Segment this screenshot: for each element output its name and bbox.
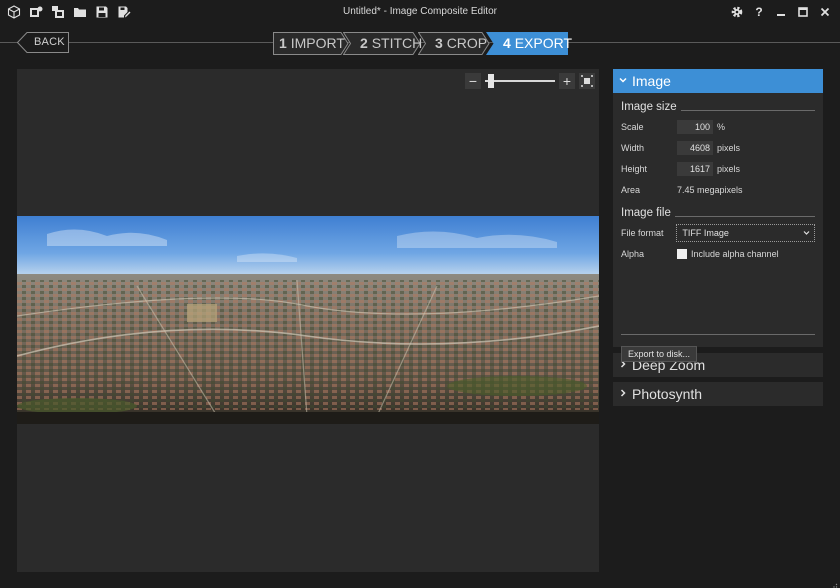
width-label: Width xyxy=(621,142,645,153)
zoom-slider-track xyxy=(485,80,555,82)
preview-canvas[interactable]: − + xyxy=(17,69,599,572)
window-controls: ? xyxy=(730,4,832,20)
height-label: Height xyxy=(621,163,648,174)
image-file-title: Image file xyxy=(621,207,671,219)
resize-grip-icon[interactable] xyxy=(830,578,838,588)
step-stitch-label: STITCH xyxy=(371,35,423,51)
chevron-right-icon xyxy=(619,388,627,400)
minimize-icon[interactable] xyxy=(774,4,788,20)
include-alpha-label[interactable]: Include alpha channel xyxy=(691,249,779,259)
file-format-select[interactable]: TIFF Image xyxy=(676,223,815,242)
chevron-down-icon xyxy=(803,225,810,247)
image-file-divider xyxy=(674,215,815,217)
height-row: Height 1617 pixels xyxy=(621,158,815,179)
step-export-label: EXPORT xyxy=(514,35,572,51)
back-button[interactable]: BACK xyxy=(17,32,69,53)
panorama-preview xyxy=(17,216,599,424)
title-bar: Untitled* - Image Composite Editor ? xyxy=(0,0,840,24)
width-input[interactable]: 4608 xyxy=(677,140,713,155)
photosynth-section-header[interactable]: Photosynth xyxy=(613,382,823,406)
close-icon[interactable] xyxy=(818,4,832,20)
maximize-icon[interactable] xyxy=(796,4,810,20)
export-panel: Image Image size Scale 100 % Width 4608 … xyxy=(613,69,823,406)
export-to-disk-button[interactable]: Export to disk... xyxy=(621,346,697,362)
workflow-nav: BACK 1 IMPORT 2 STITCH 3 CROP 4 EXPORT xyxy=(0,24,840,62)
scale-row: Scale 100 % xyxy=(621,116,815,137)
step-import-label: IMPORT xyxy=(290,35,345,51)
area-value: 7.45 megapixels xyxy=(677,184,743,195)
file-format-value: TIFF Image xyxy=(682,227,729,238)
zoom-in-button[interactable]: + xyxy=(559,73,575,89)
app-window: Untitled* - Image Composite Editor ? BAC… xyxy=(0,0,840,588)
step-export-number: 4 xyxy=(503,35,511,51)
zoom-slider[interactable] xyxy=(485,73,555,89)
step-import[interactable]: 1 IMPORT xyxy=(273,32,349,55)
export-divider xyxy=(621,334,815,335)
image-section-body: Image size Scale 100 % Width 4608 pixels… xyxy=(613,93,823,362)
scale-input[interactable]: 100 xyxy=(677,119,713,134)
image-section-header[interactable]: Image xyxy=(613,69,823,93)
image-size-divider xyxy=(680,109,815,111)
zoom-controls: − + xyxy=(465,73,595,89)
help-icon[interactable]: ? xyxy=(752,4,766,20)
step-crop[interactable]: 3 CROP xyxy=(418,32,490,55)
height-input[interactable]: 1617 xyxy=(677,161,713,176)
image-size-heading: Image size xyxy=(621,98,815,116)
step-stitch-number: 2 xyxy=(360,35,368,51)
width-row: Width 4608 pixels xyxy=(621,137,815,158)
window-title: Untitled* - Image Composite Editor xyxy=(343,6,497,17)
zoom-out-button[interactable]: − xyxy=(465,73,481,89)
fit-to-window-icon[interactable] xyxy=(579,73,595,89)
photosynth-title: Photosynth xyxy=(632,386,703,402)
zoom-slider-thumb[interactable] xyxy=(488,74,494,88)
image-section-title: Image xyxy=(632,73,671,89)
alpha-label: Alpha xyxy=(621,248,645,259)
area-row: Area 7.45 megapixels xyxy=(621,179,815,200)
image-size-title: Image size xyxy=(621,101,677,113)
gear-icon[interactable] xyxy=(730,4,744,20)
step-crop-label: CROP xyxy=(446,35,488,51)
width-unit: pixels xyxy=(717,142,741,153)
area-label: Area xyxy=(621,184,641,195)
step-export[interactable]: 4 EXPORT xyxy=(486,32,572,55)
step-crop-number: 3 xyxy=(435,35,443,51)
scale-label: Scale xyxy=(621,121,644,132)
scale-unit: % xyxy=(717,121,726,132)
image-file-heading: Image file xyxy=(621,204,815,222)
step-stitch[interactable]: 2 STITCH xyxy=(343,32,423,55)
include-alpha-checkbox[interactable] xyxy=(677,248,687,259)
file-format-label: File format xyxy=(621,227,664,238)
alpha-row: Alpha Include alpha channel xyxy=(621,243,815,264)
height-unit: pixels xyxy=(717,163,741,174)
file-format-row: File format TIFF Image xyxy=(621,222,815,243)
back-label: BACK xyxy=(34,36,65,48)
step-import-number: 1 xyxy=(279,35,287,51)
chevron-down-icon xyxy=(619,76,627,87)
